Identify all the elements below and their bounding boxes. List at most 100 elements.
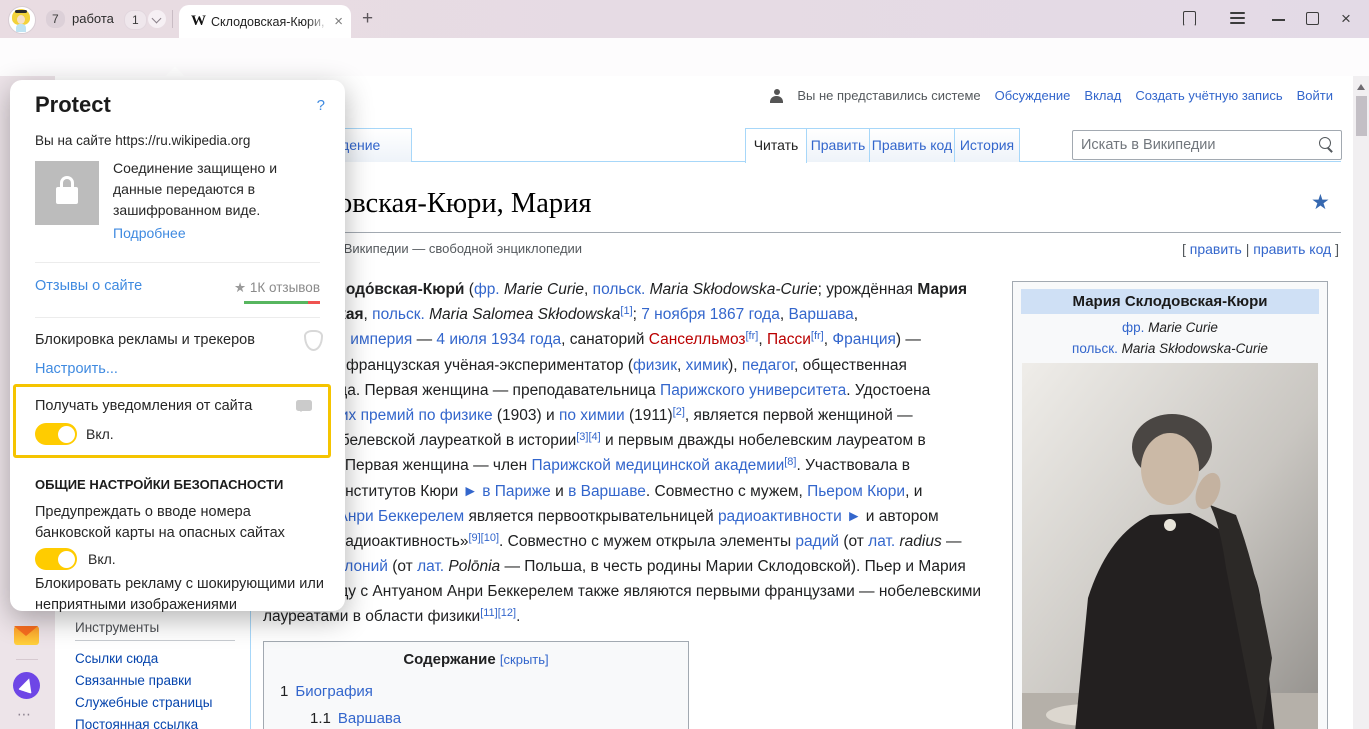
article-line: Антуаном Анри Беккерелем является первоо… [263, 504, 1008, 529]
sidebar-tool-link[interactable]: Ссылки сюда [75, 648, 212, 670]
text-segment: . Совместно с мужем, [646, 483, 807, 500]
ref-link[interactable]: [1] [620, 305, 632, 317]
tab-history[interactable]: История [954, 128, 1020, 162]
lang-link[interactable]: польск. [1072, 341, 1118, 356]
wiki-link[interactable]: 1934 года [491, 331, 561, 348]
wiki-link[interactable]: химик [686, 357, 729, 374]
sidebar-divider [16, 659, 38, 660]
wiki-link[interactable]: Пьером Кюри [807, 483, 905, 500]
wiki-link[interactable]: 7 ноября [641, 306, 705, 323]
wiki-search-input[interactable] [1079, 134, 1303, 156]
sidebar-tool-link[interactable]: Служебные страницы [75, 692, 212, 714]
wiki-link[interactable]: Парижского университета [660, 382, 846, 399]
ref-link[interactable]: [fr] [746, 330, 759, 342]
watch-star-icon[interactable]: ★ [1311, 190, 1330, 215]
close-tab-icon[interactable]: × [334, 13, 343, 30]
wiki-link[interactable]: педагог [742, 357, 794, 374]
ref-link[interactable]: [8] [784, 456, 796, 468]
wiki-link[interactable]: в Варшаве [568, 483, 646, 500]
tab-edit[interactable]: Править [806, 128, 870, 162]
sidebar-tool-link[interactable]: Постоянная ссылка [75, 714, 212, 729]
ref-link[interactable]: [3][4] [576, 431, 600, 443]
site-line: Вы на сайте https://ru.wikipedia.org [35, 133, 250, 148]
text-segment: и автором [861, 508, 938, 525]
name-french: Marie Curie [1148, 320, 1218, 335]
tab-group-count[interactable]: 1 [124, 10, 147, 30]
ref-link[interactable]: [11][12] [480, 607, 516, 619]
name-polish: Maria Skłodowska-Curie [1122, 341, 1268, 356]
wiki-link[interactable]: физик [633, 357, 677, 374]
configure-link[interactable]: Настроить... [35, 361, 118, 377]
active-tab[interactable]: W Склодовская-Кюри, Ма × [179, 5, 351, 38]
scroll-up-icon[interactable] [1357, 84, 1365, 90]
mail-icon[interactable] [14, 626, 39, 645]
edit-source-link[interactable]: править код [1253, 241, 1331, 257]
card-warning-toggle[interactable] [35, 548, 77, 570]
article-line: Кюри наряду с Антуаном Анри Беккерелем т… [263, 579, 1008, 604]
tab-read[interactable]: Читать [745, 128, 807, 163]
maximize-button[interactable] [1306, 12, 1319, 25]
wiki-link[interactable]: Парижской медицинской академии [532, 457, 785, 474]
wiki-link[interactable]: лат. [417, 558, 444, 575]
wiki-link[interactable]: ► [463, 483, 478, 500]
wiki-link[interactable]: в Париже [482, 483, 551, 500]
anon-note[interactable]: Вы не представились системе [797, 88, 980, 103]
personal-link[interactable]: Войти [1297, 88, 1333, 103]
wiki-link[interactable]: 1867 года [710, 306, 780, 323]
more-icons-dots[interactable]: ⋯ [17, 706, 32, 723]
menu-icon[interactable] [1230, 12, 1245, 24]
tab-group-badge[interactable]: 7 [46, 10, 65, 28]
close-window-button[interactable]: × [1341, 9, 1351, 29]
toc-link[interactable]: Варшава [338, 710, 401, 727]
toc-link[interactable]: Биография [295, 683, 373, 700]
sidebar-tool-link[interactable]: Связанные правки [75, 670, 212, 692]
search-icon[interactable] [1319, 137, 1331, 149]
wiki-link[interactable]: радий [795, 533, 839, 550]
notifications-toggle[interactable] [35, 423, 77, 445]
tab-group-label[interactable]: работа [72, 11, 114, 26]
adblock-label: Блокировка рекламы и трекеров [35, 332, 255, 348]
wiki-link[interactable]: 4 июля [436, 331, 486, 348]
ref-link[interactable]: [fr] [811, 330, 824, 342]
site-reviews-link[interactable]: Отзывы о сайте [35, 278, 142, 294]
toc-hide-link[interactable]: [скрыть] [500, 652, 549, 667]
red-link[interactable]: Пасси [767, 331, 811, 348]
side-panels-icon[interactable] [1183, 11, 1197, 26]
toc-item[interactable]: 1.1Варшава [280, 705, 401, 729]
new-tab-button[interactable]: + [362, 8, 373, 30]
lang-link[interactable]: фр. [1122, 320, 1144, 335]
chevron-down-icon[interactable] [148, 10, 166, 28]
wiki-link[interactable]: польск. [593, 281, 646, 298]
text-segment: (от [388, 558, 417, 575]
wiki-link[interactable]: фр. [474, 281, 500, 298]
minimize-button[interactable] [1272, 19, 1285, 21]
wiki-link[interactable]: радиоактивности [718, 508, 842, 525]
article-line: мире[5][2][7]. Первая женщина — член Пар… [263, 453, 1008, 478]
help-link[interactable]: ? [317, 97, 325, 114]
reviews-count[interactable]: ★ 1К отзывов [234, 280, 320, 296]
wiki-link[interactable]: ► [846, 508, 861, 525]
ref-link[interactable]: [9][10] [468, 532, 499, 544]
scrollbar-thumb[interactable] [1356, 96, 1367, 136]
red-link[interactable]: Санселльмоз [649, 331, 746, 348]
alice-assistant-icon[interactable] [13, 672, 40, 699]
profile-avatar[interactable] [8, 6, 36, 34]
wiki-link[interactable]: по химии [559, 407, 625, 424]
personal-link[interactable]: Создать учётную запись [1135, 88, 1282, 103]
scrollbar[interactable] [1353, 76, 1369, 729]
ref-link[interactable]: [2] [673, 406, 685, 418]
personal-link[interactable]: Вклад [1084, 88, 1121, 103]
tab-edit-source[interactable]: Править код [869, 128, 955, 162]
personal-bar: Вы не представились системе Обсуждение Вк… [770, 88, 1333, 103]
toc-title: Содержание [скрыть] [264, 651, 688, 668]
edit-link[interactable]: править [1190, 241, 1242, 257]
wiki-link[interactable]: польск. [372, 306, 425, 323]
shocking-ads-label: Блокировать рекламу с шокирующими или не… [35, 574, 330, 616]
wiki-link[interactable]: лат. [868, 533, 895, 550]
toc-item[interactable]: 1Биография [280, 678, 401, 705]
wiki-link[interactable]: Варшава [788, 306, 853, 323]
personal-link[interactable]: Обсуждение [995, 88, 1071, 103]
wiki-link[interactable]: Франция [832, 331, 896, 348]
details-link[interactable]: Подробнее [113, 225, 186, 241]
portrait-photo[interactable] [1022, 363, 1318, 729]
